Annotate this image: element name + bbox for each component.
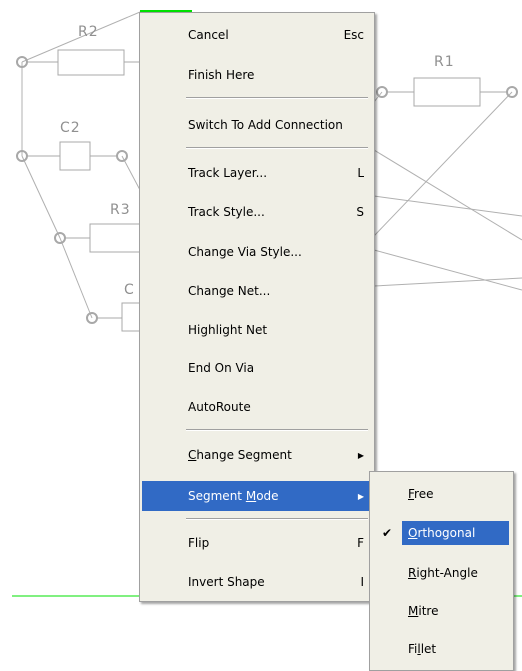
menu-item-shortcut: S [356, 205, 364, 219]
menu-item-shortcut: I [360, 575, 364, 589]
menu-item-segment-mode[interactable]: Segment Mode ▶ [142, 481, 372, 511]
menu-item-label: End On Via [188, 361, 255, 375]
menu-item-label: Finish Here [188, 68, 255, 82]
menu-separator [186, 147, 368, 149]
submenu-item-free[interactable]: Free [372, 479, 511, 509]
submenu-item-label: Mitre [408, 604, 439, 618]
menu-item-label: Track Layer... [188, 166, 268, 180]
submenu-item-label: Free [408, 487, 434, 501]
menu-item-label: Change Segment [188, 448, 292, 462]
checkmark-icon: ✔ [382, 526, 393, 540]
menu-item-track-layer[interactable]: Track Layer... L [142, 160, 372, 186]
resistor-r2[interactable] [16, 49, 140, 76]
resistor-r3[interactable] [54, 223, 141, 253]
menu-item-change-segment[interactable]: Change Segment ▶ [142, 442, 372, 468]
label-r3: R3 [110, 202, 131, 218]
submenu-item-label: Orthogonal [402, 521, 509, 545]
menu-item-flip[interactable]: Flip F [142, 530, 372, 556]
menu-item-cancel[interactable]: Cancel Esc [142, 22, 372, 48]
label-c2: C2 [60, 120, 81, 136]
menu-item-track-style[interactable]: Track Style... S [142, 199, 372, 225]
segment-mode-submenu: Free ✔ Orthogonal Right-Angle Mitre Fill… [369, 471, 514, 671]
menu-item-label: Change Via Style... [188, 245, 302, 259]
menu-separator [186, 518, 368, 520]
menu-item-shortcut: Esc [343, 28, 364, 42]
label-c: C [124, 282, 135, 298]
menu-separator [186, 97, 368, 99]
menu-item-label: AutoRoute [188, 400, 251, 414]
menu-item-label: Segment Mode [188, 489, 279, 503]
submenu-item-orthogonal[interactable]: ✔ Orthogonal [372, 518, 511, 548]
submenu-item-mitre[interactable]: Mitre [372, 596, 511, 626]
context-menu: Cancel Esc Finish Here Switch To Add Con… [139, 12, 375, 602]
submenu-item-label: Fillet [408, 642, 437, 656]
menu-item-invert-shape[interactable]: Invert Shape I [142, 569, 372, 595]
label-r2: R2 [78, 24, 99, 40]
submenu-item-right-angle[interactable]: Right-Angle [372, 558, 511, 588]
capacitor-c[interactable] [86, 302, 141, 332]
menu-item-label: Highlight Net [188, 323, 268, 337]
menu-item-change-via-style[interactable]: Change Via Style... [142, 239, 372, 265]
menu-item-shortcut: L [357, 166, 364, 180]
menu-item-highlight-net[interactable]: Highlight Net [142, 317, 372, 343]
menu-item-end-on-via[interactable]: End On Via [142, 355, 372, 381]
submenu-item-label: Right-Angle [408, 566, 478, 580]
menu-item-shortcut: F [357, 536, 364, 550]
menu-item-autoroute[interactable]: AutoRoute [142, 394, 372, 420]
menu-item-label: Cancel [188, 28, 229, 42]
menu-item-label: Switch To Add Connection [188, 118, 343, 132]
menu-item-label: Flip [188, 536, 210, 550]
resistor-r1[interactable] [376, 77, 518, 107]
menu-item-finish-here[interactable]: Finish Here [142, 62, 372, 88]
label-r1: R1 [434, 54, 455, 70]
menu-item-change-net[interactable]: Change Net... [142, 278, 372, 304]
menu-item-switch-to-add-connection[interactable]: Switch To Add Connection [142, 112, 372, 138]
capacitor-c2[interactable] [16, 141, 128, 171]
menu-item-label: Track Style... [188, 205, 265, 219]
menu-separator [186, 429, 368, 431]
submenu-arrow-icon: ▶ [357, 491, 364, 501]
submenu-item-fillet[interactable]: Fillet [372, 634, 511, 664]
submenu-arrow-icon: ▶ [357, 450, 364, 460]
menu-item-label: Change Net... [188, 284, 271, 298]
menu-item-label: Invert Shape [188, 575, 265, 589]
